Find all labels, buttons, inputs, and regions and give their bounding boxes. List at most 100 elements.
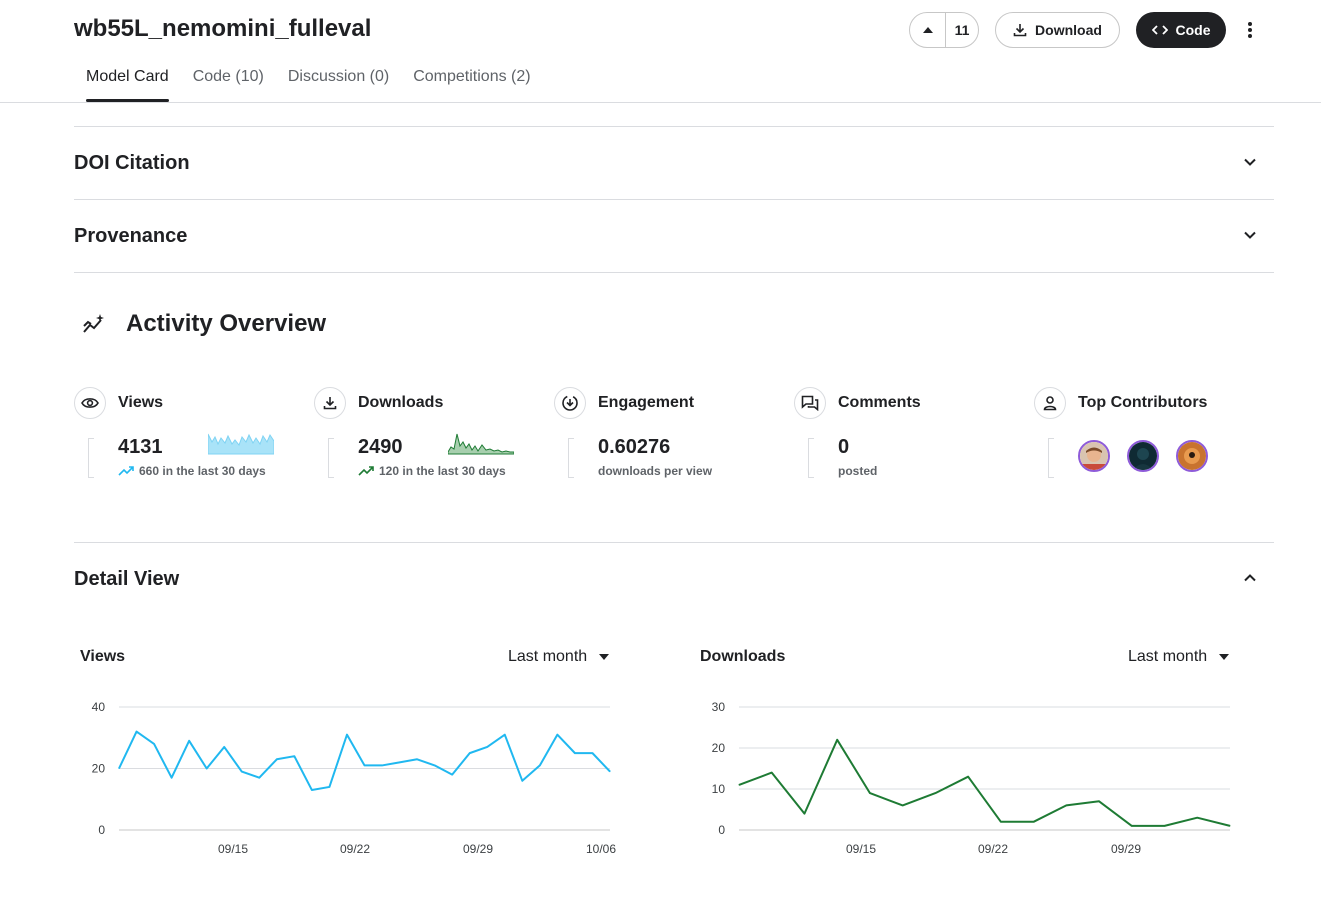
upvote-widget[interactable]: 11 (909, 12, 979, 48)
data-point (171, 777, 173, 779)
engagement-stat: Engagement 0.60276 downloads per view (554, 387, 794, 487)
tab-model-card[interactable]: Model Card (74, 62, 181, 102)
data-point (539, 764, 541, 766)
chevron-down-icon[interactable] (1240, 225, 1260, 245)
tab-discussion[interactable]: Discussion (0) (276, 62, 401, 102)
data-point (902, 804, 904, 806)
data-point (258, 777, 260, 779)
engagement-label: Engagement (598, 394, 695, 411)
data-point (738, 784, 740, 786)
data-point (206, 768, 208, 769)
views-chart-title: Views (80, 648, 126, 665)
data-point (1065, 804, 1067, 806)
trending-up-icon (358, 466, 374, 476)
x-tick-label: 09/29 (463, 842, 493, 856)
downloads-label: Downloads (358, 394, 444, 411)
data-point (364, 764, 365, 766)
views-sparkline (208, 433, 274, 455)
data-point (1164, 825, 1166, 827)
data-point (346, 734, 348, 736)
vote-count: 11 (954, 22, 970, 38)
download-icon (314, 387, 346, 419)
divider (74, 199, 1274, 200)
top-contributors-label: Top Contributors (1078, 394, 1208, 411)
views-line-chart: 0 20 40 09/15 09/22 09/29 10/06 (92, 700, 617, 856)
views-recent-text: 660 in the last 30 days (139, 464, 266, 478)
download-icon (1013, 24, 1027, 37)
comment-icon (794, 387, 826, 419)
trending-up-icon (118, 466, 134, 476)
bracket (1048, 438, 1054, 478)
bracket (328, 438, 334, 478)
more-options-button[interactable] (1238, 16, 1262, 44)
data-point (188, 740, 190, 742)
page-title: wb55L_nemomini_fulleval (74, 15, 372, 42)
data-point (1131, 825, 1133, 827)
data-point (241, 771, 243, 773)
tab-code[interactable]: Code (10) (181, 62, 276, 102)
data-point (521, 780, 523, 782)
data-point (1196, 817, 1198, 819)
bracket (88, 438, 94, 478)
divider (74, 272, 1274, 273)
downloads-recent-text: 120 in the last 30 days (379, 464, 506, 478)
avatar[interactable] (1127, 440, 1159, 472)
eye-icon (74, 387, 106, 419)
data-point (556, 734, 558, 736)
tab-competitions[interactable]: Competitions (2) (401, 62, 542, 102)
caret-down-icon (1219, 654, 1230, 660)
chevron-down-icon[interactable] (1240, 152, 1260, 172)
data-point (836, 739, 838, 741)
data-point (311, 789, 313, 791)
views-label: Views (118, 394, 164, 411)
views-range-select[interactable]: Last month (508, 648, 610, 666)
data-point (1000, 821, 1002, 823)
avatar[interactable] (1176, 440, 1208, 472)
comments-stat: Comments 0 posted (794, 387, 1034, 487)
bracket (568, 438, 574, 478)
upvote-button[interactable] (910, 13, 946, 47)
views-range-value: Last month (508, 648, 588, 665)
x-tick-label: 09/22 (978, 842, 1008, 856)
data-point (434, 764, 436, 766)
downloads-range-value: Last month (1128, 648, 1208, 665)
data-point (1098, 800, 1100, 802)
avatar[interactable] (1078, 440, 1110, 472)
y-tick-label: 40 (92, 700, 106, 714)
data-point (869, 792, 871, 794)
data-point (1033, 821, 1035, 823)
caret-up-icon (922, 27, 933, 33)
caret-down-icon (599, 654, 610, 660)
data-point (486, 746, 488, 748)
tabs-divider (0, 102, 1321, 103)
data-point (469, 752, 471, 754)
engagement-sub: downloads per view (598, 464, 713, 478)
data-point (803, 813, 805, 815)
x-tick-label: 09/22 (340, 842, 370, 856)
detail-view-header[interactable]: Detail View (74, 568, 179, 591)
downloads-range-select[interactable]: Last month (1128, 648, 1230, 666)
doi-citation-header[interactable]: DOI Citation (74, 152, 190, 175)
data-point (591, 752, 593, 754)
provenance-header[interactable]: Provenance (74, 225, 187, 248)
data-point (276, 758, 278, 760)
comments-label: Comments (838, 394, 921, 411)
series-line (118, 730, 611, 792)
data-point (967, 776, 969, 778)
download-button[interactable]: Download (995, 12, 1120, 48)
data-point (451, 774, 453, 776)
x-tick-label: 09/15 (218, 842, 248, 856)
views-stat: Views 4131 660 in the last 30 days (74, 387, 314, 487)
contributor-avatars (1078, 440, 1208, 472)
comments-sub: posted (838, 464, 878, 478)
y-tick-label: 20 (92, 762, 106, 776)
code-button[interactable]: Code (1136, 12, 1226, 48)
more-vert-icon (1248, 22, 1252, 38)
code-icon (1151, 25, 1168, 35)
views-recent: 660 in the last 30 days (118, 464, 266, 478)
series-line (738, 738, 1231, 827)
download-label: Download (1035, 22, 1102, 38)
data-point (293, 755, 295, 757)
chevron-up-icon[interactable] (1240, 568, 1260, 588)
data-point (399, 761, 401, 763)
